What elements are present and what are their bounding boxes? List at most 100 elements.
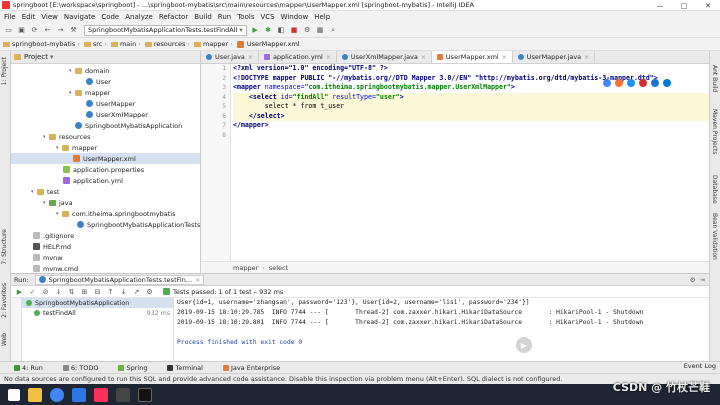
close-button[interactable]: ✕ <box>696 0 720 11</box>
close-icon[interactable]: × <box>248 54 253 61</box>
ant-build-tool-tab[interactable]: Ant Build <box>711 65 718 92</box>
run-icon[interactable]: ▶ <box>250 25 261 36</box>
tree-item-user[interactable]: User <box>86 76 111 87</box>
tree-item-gitignore[interactable]: .gitignore <box>33 230 74 241</box>
editor-crumb[interactable]: select <box>269 264 288 272</box>
tab-application-yml[interactable]: application.yml × <box>259 51 337 63</box>
project-tool-tab[interactable]: 1: Project <box>1 57 8 85</box>
menu-build[interactable]: Build <box>194 13 212 21</box>
firefox-icon[interactable] <box>615 79 623 87</box>
hide-icon[interactable]: ⇥ <box>700 276 705 284</box>
menu-navigate[interactable]: Navigate <box>64 13 95 21</box>
rerun-icon[interactable]: ▶ <box>14 286 25 297</box>
close-icon[interactable]: × <box>195 276 200 284</box>
edge-icon[interactable] <box>663 79 671 87</box>
sort-alpha-icon[interactable]: ↓ <box>53 286 64 297</box>
menu-analyze[interactable]: Analyze <box>125 13 153 21</box>
chrome-icon[interactable] <box>50 387 64 402</box>
cmd-icon[interactable] <box>138 387 152 402</box>
tree-item-application-class[interactable]: SpringbootMybatisApplication <box>75 120 182 131</box>
minimize-button[interactable]: — <box>648 0 672 11</box>
menu-refactor[interactable]: Refactor <box>159 13 188 21</box>
tab-terminal[interactable]: Terminal <box>167 364 212 372</box>
ignored-filter-icon[interactable]: ⊘ <box>40 286 51 297</box>
tab-java-enterprise[interactable]: Java Enterprise <box>222 364 290 372</box>
menu-window[interactable]: Window <box>281 13 309 21</box>
up-icon[interactable]: ↑ <box>105 286 116 297</box>
chrome-icon[interactable] <box>603 79 611 87</box>
tree-item-usermapper[interactable]: UserMapper <box>86 98 135 109</box>
tree-item-mapper-package[interactable]: ▾ mapper <box>69 87 110 98</box>
tree-item-domain[interactable]: ▾ domain <box>69 65 109 76</box>
open-folder-icon[interactable]: ▭ <box>3 25 14 36</box>
intellij-icon[interactable] <box>94 387 108 402</box>
menu-tools[interactable]: Tools <box>237 13 254 21</box>
back-icon[interactable]: ← <box>42 25 53 36</box>
tab-usermapper-xml[interactable]: UserMapper.xml × <box>431 51 513 63</box>
tree-item-help-md[interactable]: HELP.md <box>33 241 71 252</box>
menu-file[interactable]: File <box>4 13 16 21</box>
safari-icon[interactable] <box>627 79 635 87</box>
gear-icon[interactable]: ⚙ <box>690 276 696 284</box>
coverage-icon[interactable]: ◧ <box>276 25 287 36</box>
passed-filter-icon[interactable]: ✓ <box>27 286 38 297</box>
tab-todo[interactable]: 6: TODO <box>62 364 109 372</box>
structure-tool-tab[interactable]: 7: Structure <box>1 229 8 265</box>
console-output[interactable]: User{id=1, username='zhangsan', password… <box>177 298 709 362</box>
expand-all-icon[interactable]: ⊞ <box>79 286 90 297</box>
stop-icon[interactable]: ■ <box>289 25 300 36</box>
app-icon[interactable] <box>116 387 130 402</box>
tree-item-resources[interactable]: ▾ resources <box>43 131 91 142</box>
breadcrumb-item[interactable]: src › <box>83 40 109 48</box>
export-icon[interactable]: ↗ <box>131 286 142 297</box>
collapse-all-icon[interactable]: ⊟ <box>92 286 103 297</box>
breadcrumb-item[interactable]: resources › <box>144 40 192 48</box>
web-tool-tab[interactable]: Web <box>1 333 8 346</box>
build-icon[interactable]: ⚒ <box>68 25 79 36</box>
menu-edit[interactable]: Edit <box>22 13 36 21</box>
close-icon[interactable]: × <box>502 54 507 61</box>
breadcrumb-item[interactable]: mapper › <box>193 40 235 48</box>
run-tab[interactable]: SpringbootMybatisApplicationTests.testFi… <box>34 274 205 285</box>
tree-item-test[interactable]: ▾ test <box>31 186 59 197</box>
tree-item-application-tests[interactable]: SpringbootMybatisApplicationTests <box>77 219 200 230</box>
ie-icon[interactable] <box>651 79 659 87</box>
close-icon[interactable]: × <box>584 54 589 61</box>
tree-item-application-yml[interactable]: application.yml <box>63 175 123 186</box>
menu-vcs[interactable]: VCS <box>260 13 274 21</box>
project-panel-title[interactable]: Project <box>24 53 48 61</box>
settings-icon[interactable]: ⚙ <box>302 25 313 36</box>
tree-item-test-package[interactable]: ▾ com.itheima.springbootmybatis <box>56 208 176 219</box>
tree-item-mapper-folder[interactable]: ▾ mapper <box>56 142 97 153</box>
tab-run[interactable]: 4: Run <box>14 364 53 372</box>
file-explorer-icon[interactable] <box>28 387 42 402</box>
tab-userxmlmapper-java[interactable]: UserXmlMapper.java × <box>337 51 432 63</box>
run-configuration-select[interactable]: SpringbootMybatisApplicationTests.testFi… <box>84 24 247 36</box>
test-case-row[interactable]: testFindAll 932 ms <box>22 308 173 318</box>
sort-duration-icon[interactable]: ⇅ <box>66 286 77 297</box>
forward-icon[interactable]: → <box>55 25 66 36</box>
menu-help[interactable]: Help <box>314 13 330 21</box>
event-log-button[interactable]: Event Log <box>684 362 716 370</box>
settings-icon[interactable]: ⚙ <box>144 286 155 297</box>
test-suite-row[interactable]: SpringbootMybatisApplication <box>22 298 173 308</box>
windows-start-icon[interactable] <box>8 388 20 401</box>
maven-tool-tab[interactable]: Maven Projects <box>711 109 718 154</box>
project-structure-icon[interactable]: ▦ <box>315 25 326 36</box>
tree-item-userxmlmapper[interactable]: UserXmlMapper <box>86 109 148 120</box>
close-icon[interactable]: × <box>326 54 331 61</box>
tab-usermapper-java[interactable]: UserMapper.java × <box>513 51 596 63</box>
tab-user-java[interactable]: User.java × <box>201 51 259 63</box>
breadcrumb-item[interactable]: UserMapper.xml <box>236 40 300 48</box>
maximize-button[interactable]: □ <box>672 0 696 11</box>
favorites-tool-tab[interactable]: 2: Favorites <box>1 283 8 318</box>
tree-item-application-properties[interactable]: application.properties <box>63 164 144 175</box>
breadcrumb-item[interactable]: main › <box>110 40 143 48</box>
database-tool-tab[interactable]: Database <box>711 175 718 204</box>
save-icon[interactable]: ▣ <box>16 25 27 36</box>
bean-validation-tool-tab[interactable]: Bean Validation <box>711 213 718 260</box>
line-number-gutter[interactable]: 1 2 3 4 5 6 7 8 <box>201 64 231 261</box>
down-icon[interactable]: ↓ <box>118 286 129 297</box>
debug-icon[interactable]: ✱ <box>263 25 274 36</box>
tree-item-mvnw[interactable]: mvnw <box>33 252 63 263</box>
